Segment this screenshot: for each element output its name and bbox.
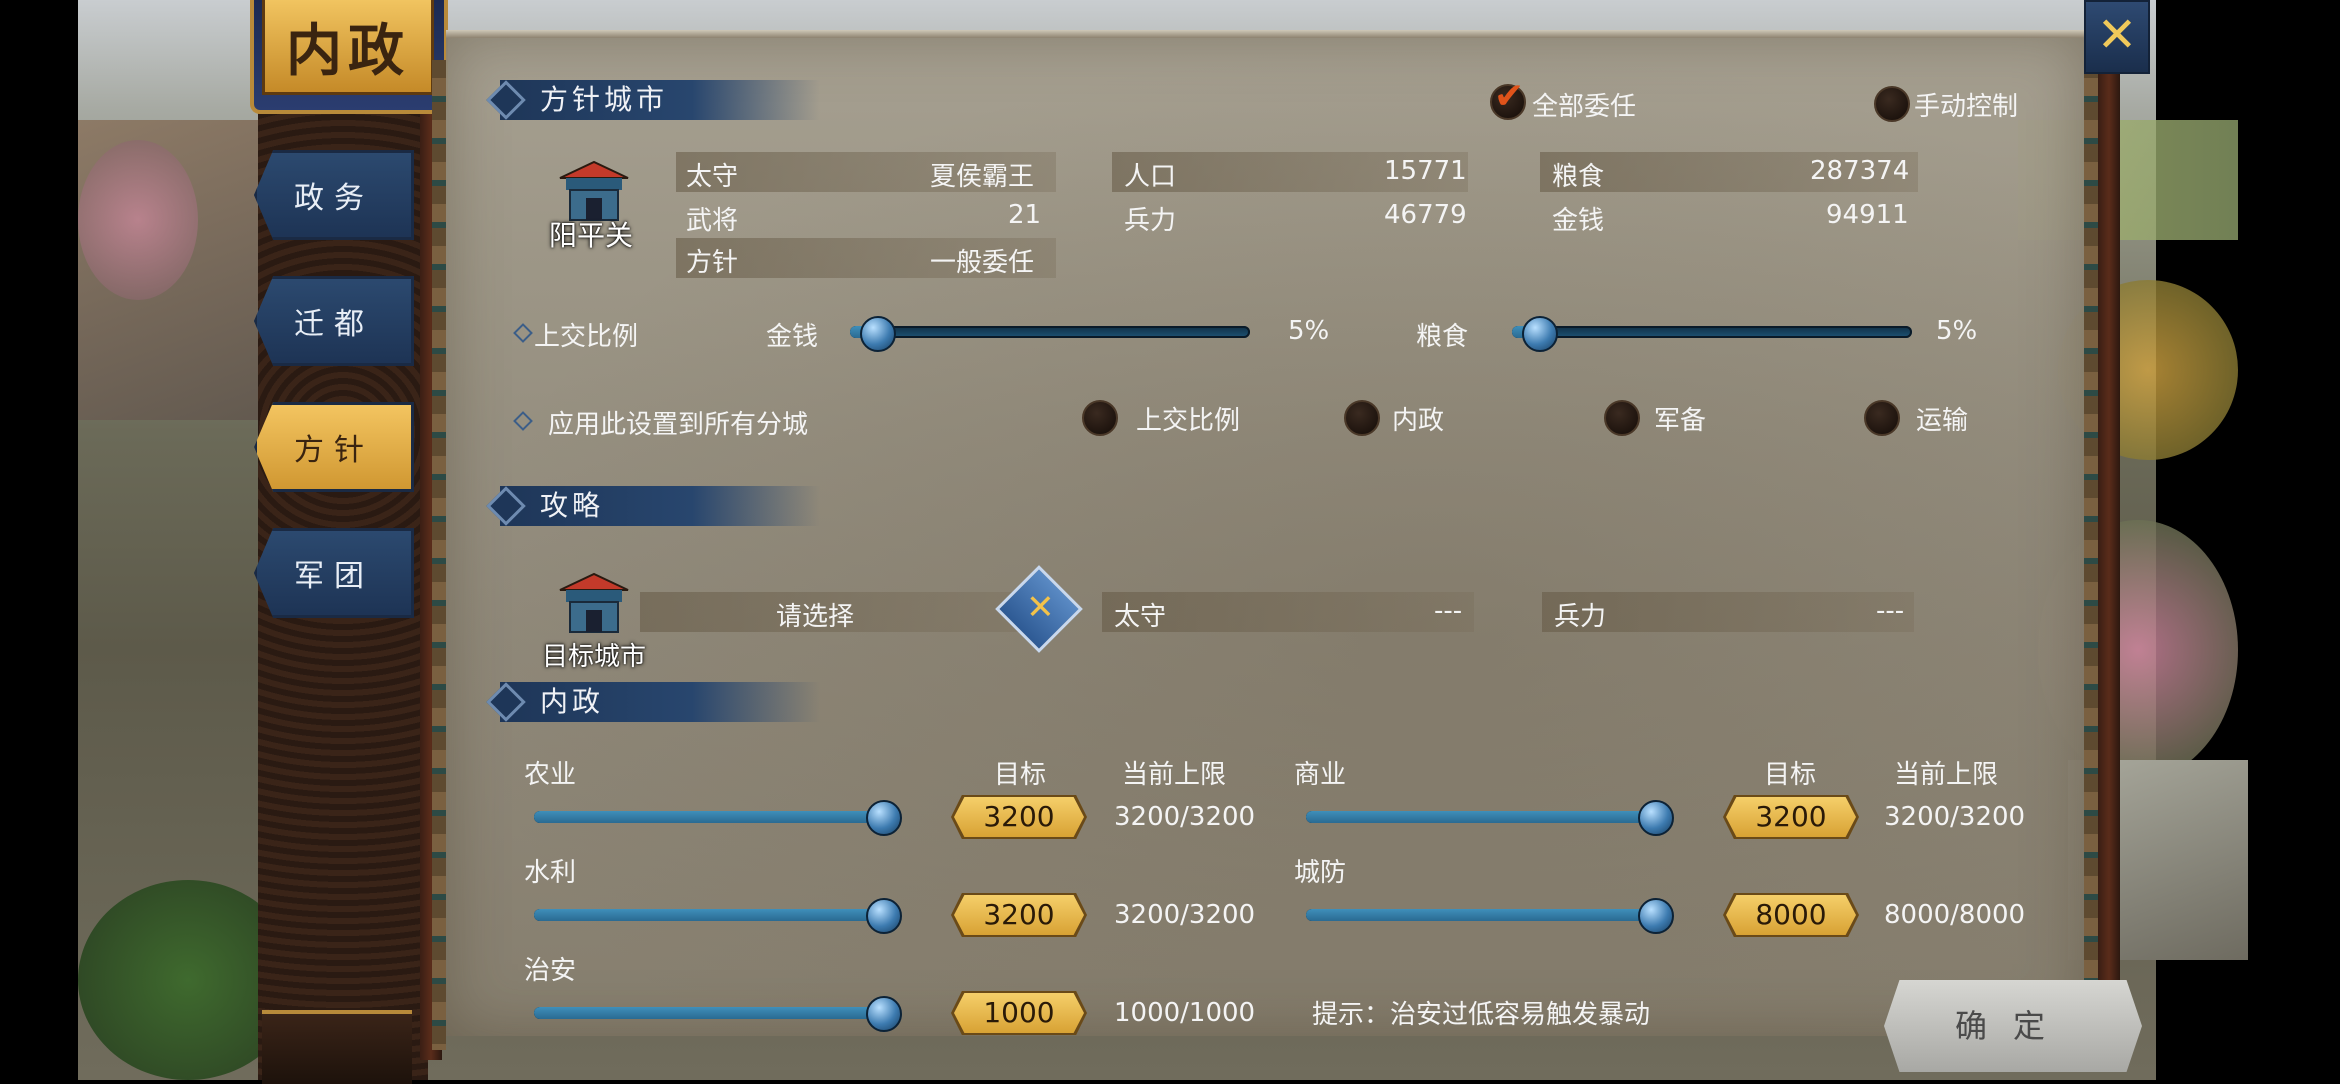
apply-military-label: 军备 [1654,406,1707,436]
troops-value: 46779 [1384,200,1467,230]
close-x-icon: ✕ [2096,7,2138,63]
target-city-gate-icon [559,572,629,633]
section-policy-city: 方针城市 [500,80,820,120]
panel-rope-left [432,60,446,1050]
panel-post-right [2098,64,2120,1064]
apply-tribute-radio[interactable] [1082,400,1118,436]
confirm-button[interactable]: 确定 [1884,980,2142,1072]
defense-limit: 8000/8000 [1884,900,2026,930]
tribute-food-slider-knob[interactable] [1522,316,1558,352]
section-domestic: 内政 [500,682,820,722]
target-governor-label: 太守 [1114,602,1167,632]
governor-label: 太守 [686,162,739,192]
tab-policy[interactable]: 方针 [254,402,414,492]
tribute-money-slider-knob[interactable] [860,316,896,352]
target-header: 目标 [1764,760,1817,790]
sidebar-bottom-cap [262,1010,412,1084]
commerce-target-badge[interactable]: 3200 [1726,797,1856,837]
commerce-label: 商业 [1294,760,1347,790]
defense-slider[interactable] [1306,909,1656,921]
delegate-all-label: 全部委任 [1532,92,1637,122]
governor-value: 夏侯霸王 [930,162,1035,192]
defense-slider-knob[interactable] [1638,898,1674,934]
apply-domestic-label: 内政 [1392,406,1445,436]
target-header: 目标 [994,760,1047,790]
bg-tree [78,140,198,300]
policy-label: 方针 [686,248,739,278]
page-title: 内政 [262,0,434,95]
target-city-label: 目标城市 [542,642,647,672]
target-troops-value: --- [1876,596,1905,626]
crossed-swords-icon: ✕ [1026,587,1055,628]
tribute-food-label: 粮食 [1416,322,1469,352]
city-name: 阳平关 [549,219,634,252]
apply-tribute-label: 上交比例 [1136,406,1241,436]
money-value: 94911 [1826,200,1909,230]
security-target-badge[interactable]: 1000 [954,993,1084,1033]
policy-value[interactable]: 一般委任 [930,242,1034,279]
troops-label: 兵力 [1124,206,1177,236]
security-slider[interactable] [534,1007,884,1019]
manual-control-radio[interactable] [1874,86,1910,122]
apply-all-label: 应用此设置到所有分城 [548,410,809,440]
agriculture-limit: 3200/3200 [1114,802,1256,832]
tribute-money-label: 金钱 [766,322,819,352]
agriculture-slider-knob[interactable] [866,800,902,836]
hint-text: 提示：治安过低容易触发暴动 [1312,1000,1651,1030]
irrigation-label: 水利 [524,858,577,888]
apply-transport-label: 运输 [1916,406,1969,436]
tab-army-corps[interactable]: 军团 [254,528,414,618]
generals-label: 武将 [686,206,739,236]
tribute-money-slider[interactable] [850,326,1250,338]
irrigation-target-badge[interactable]: 3200 [954,895,1084,935]
panel-top-rim [446,30,2086,38]
irrigation-slider[interactable] [534,909,884,921]
agriculture-slider[interactable] [534,811,884,823]
target-troops-label: 兵力 [1554,602,1607,632]
section-strategy: 攻略 [500,486,820,526]
defense-label: 城防 [1294,858,1347,888]
delegate-all-checkbox[interactable] [1490,76,1526,120]
food-value: 287374 [1810,156,1910,186]
commerce-slider-knob[interactable] [1638,800,1674,836]
money-label: 金钱 [1552,206,1605,236]
apply-transport-radio[interactable] [1864,400,1900,436]
security-limit: 1000/1000 [1114,998,1256,1028]
population-label: 人口 [1124,162,1177,192]
agriculture-target-badge[interactable]: 3200 [954,797,1084,837]
tab-affairs[interactable]: 政务 [254,150,414,240]
defense-target-badge[interactable]: 8000 [1726,895,1856,935]
target-select-placeholder[interactable]: 请选择 [776,596,854,633]
close-button[interactable]: ✕ [2084,0,2150,74]
commerce-slider[interactable] [1306,811,1656,823]
tribute-food-slider[interactable] [1512,326,1912,338]
manual-control-label: 手动控制 [1914,92,2019,122]
tab-relocate-capital[interactable]: 迁都 [254,276,414,366]
apply-domestic-radio[interactable] [1344,400,1380,436]
population-value: 15771 [1384,156,1467,186]
apply-military-radio[interactable] [1604,400,1640,436]
food-label: 粮食 [1552,162,1605,192]
limit-header: 当前上限 [1122,760,1227,790]
tribute-food-value: 5% [1936,316,1978,346]
generals-value: 21 [1008,200,1042,230]
irrigation-limit: 3200/3200 [1114,900,1256,930]
panel-rope-right [2084,60,2098,1050]
agriculture-label: 农业 [524,760,577,790]
tribute-label: 上交比例 [534,322,639,352]
tribute-money-value: 5% [1288,316,1330,346]
limit-header: 当前上限 [1894,760,1999,790]
security-slider-knob[interactable] [866,996,902,1032]
target-governor-value: --- [1434,596,1463,626]
irrigation-slider-knob[interactable] [866,898,902,934]
security-label: 治安 [524,956,577,986]
commerce-limit: 3200/3200 [1884,802,2026,832]
